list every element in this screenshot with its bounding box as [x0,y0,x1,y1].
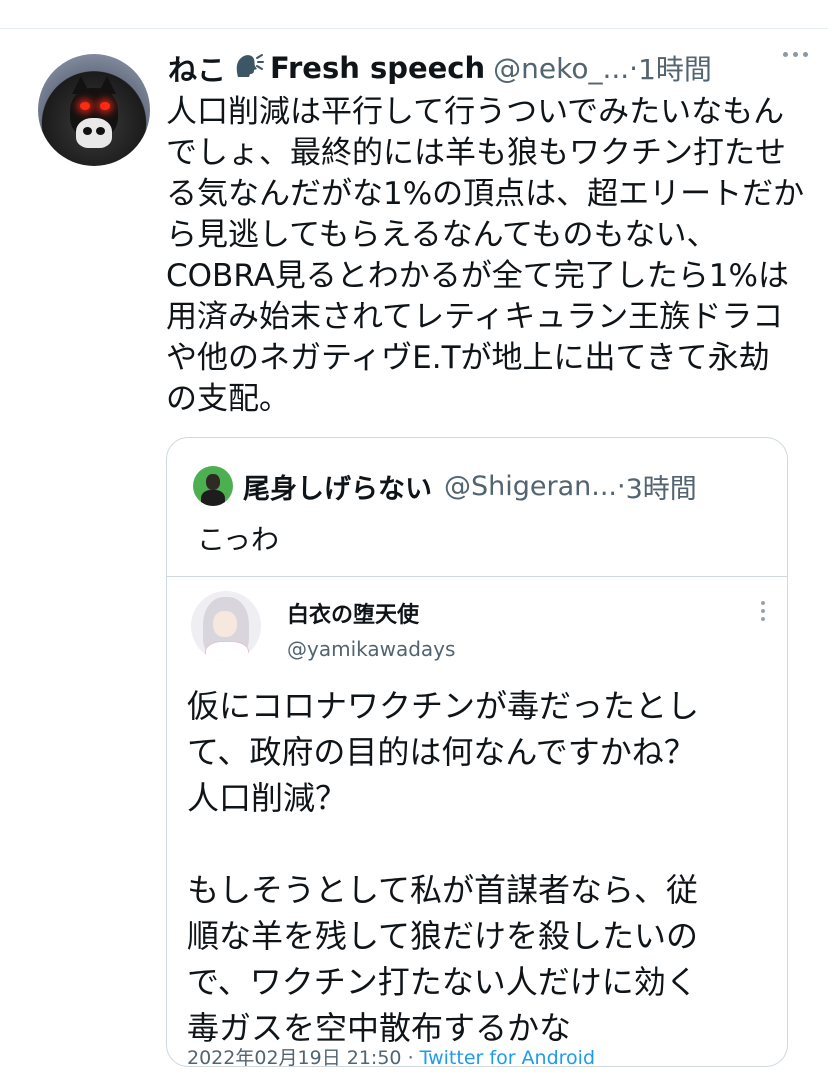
tweet-text-line: 人口削減は平行して行うついでみたいなもん [166,94,785,130]
tweet-text-line: の支配。 [166,381,290,417]
embedded-avatar [191,591,261,661]
tweet-header: ねこ Fresh speech @neko_... · 1時間 [168,48,808,88]
display-name-suffix[interactable]: Fresh speech [270,51,485,85]
avatar-glowing-eye [80,102,90,110]
embedded-tweet-screenshot: 白衣の堕天使 @yamikawadays 仮にコロナワクチンが毒だったとし て、… [167,576,787,1067]
embedded-separator: · [407,1047,414,1067]
embedded-display-name: 白衣の堕天使 [287,603,420,628]
quote-separator: · [617,470,626,502]
quote-handle: @Shigeran... [444,470,618,502]
tweet-text-line: ら見逃してもらえるなんてものもない、 [166,217,718,253]
tweet-text-line: や他のネガティヴE.Tが地上に出てきて永劫 [166,340,770,376]
user-avatar[interactable] [38,54,150,166]
tweet-text-line: る気なんだがな1%の頂点は、超エリートだか [166,176,805,212]
display-name[interactable]: ねこ [168,47,226,89]
embedded-date: 2022年02月19日 21:50 [187,1047,402,1067]
tweet-text-line: でしょ、最終的には羊も狼もワクチン打たせ [166,135,786,171]
quote-avatar [193,466,233,506]
avatar-glowing-eye [100,102,110,110]
more-vertical-icon [761,601,765,621]
more-horizontal-icon[interactable] [783,52,808,57]
quote-header: 尾身しげらない @Shigeran... · 3時間 [193,466,697,506]
tweet-time[interactable]: 1時間 [638,48,712,88]
embedded-text-line: で、ワクチン打たない人だけに効く [187,963,698,1001]
embedded-text-line: 仮にコロナワクチンが毒だったとし [187,687,700,725]
embedded-footer: 2022年02月19日 21:50 · Twitter for Android [187,1043,595,1067]
embedded-text-line [187,821,777,867]
tweet-text-line: COBRA見るとわかるが全て完了したら1%は [166,258,789,294]
avatar-skull-mask [76,118,112,148]
quote-tweet-card[interactable]: 尾身しげらない @Shigeran... · 3時間 こっわ 白衣の堕天使 @y… [166,437,788,1067]
tweet-text: 人口削減は平行して行うついでみたいなもん でしょ、最終的には羊も狼もワクチン打た… [166,92,805,420]
quote-time: 3時間 [625,473,697,505]
embedded-text-line: 順な羊を残して狼だけを殺したいの [187,917,699,955]
top-divider [0,0,828,29]
quote-text: こっわ [197,523,280,556]
embedded-text-line: て、政府の目的は何なんですかね？ [187,733,696,771]
meta-separator: · [629,51,639,85]
speaking-head-icon [234,52,265,84]
embedded-text: 仮にコロナワクチンが毒だったとし て、政府の目的は何なんですかね？ 人口削減？ … [187,683,777,1051]
quote-display-name: 尾身しげらない [243,473,432,505]
tweet-text-line: 用済み始末されてレティキュラン王族ドラコ [166,299,784,335]
embedded-text-line: 人口削減？ [187,779,348,817]
embedded-source: Twitter for Android [419,1047,595,1067]
user-handle[interactable]: @neko_... [493,52,629,85]
embedded-handle: @yamikawadays [287,637,456,661]
embedded-text-line: もしそうとして私が首謀者なら、従 [187,871,699,909]
